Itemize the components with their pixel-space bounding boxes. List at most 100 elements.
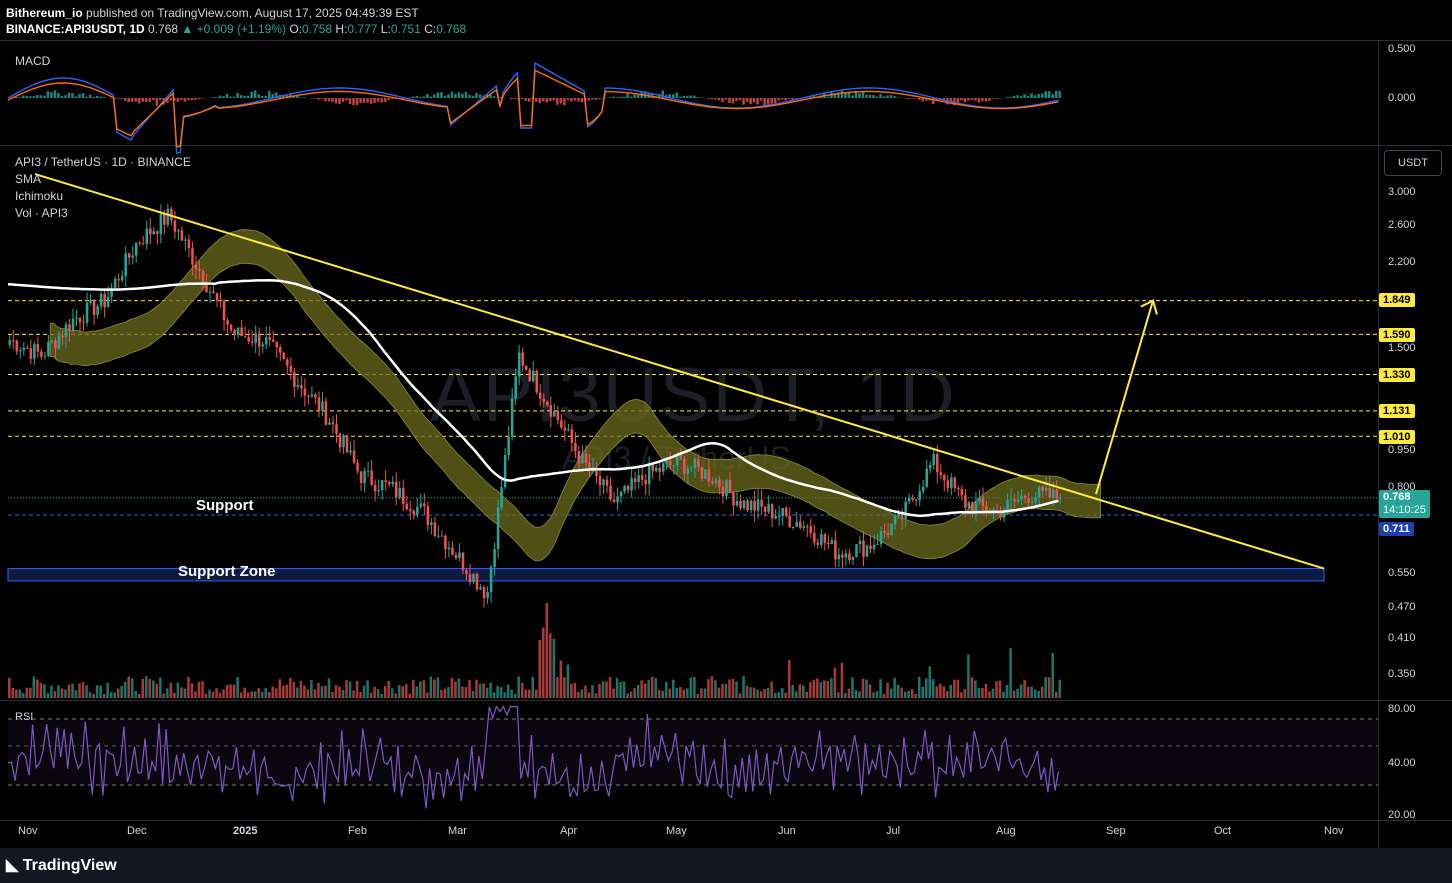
volume-bar	[390, 688, 394, 698]
candle-body	[106, 296, 110, 308]
volume-bar	[57, 685, 60, 698]
volume-bar	[858, 691, 861, 698]
macd-histogram-bar	[682, 95, 686, 98]
price-axis-label: 1.500	[1388, 342, 1416, 354]
volume-bar	[570, 683, 573, 698]
candle-body	[47, 341, 50, 356]
macd-histogram-bar	[264, 95, 267, 98]
volume-bar	[643, 683, 647, 698]
macd-histogram-bar	[552, 98, 556, 101]
macd-histogram-bar	[914, 98, 917, 99]
macd-histogram-bar	[64, 95, 67, 98]
currency-button[interactable]: USDT	[1384, 150, 1442, 176]
volume-bar	[506, 684, 510, 698]
macd-histogram-bar	[130, 98, 134, 102]
candle-body	[43, 355, 47, 357]
candle-body	[8, 340, 12, 345]
volume-bar	[1030, 686, 1033, 698]
volume-bar	[1016, 688, 1019, 698]
volume-bar	[253, 691, 257, 698]
volume-bar	[914, 693, 917, 698]
candle-body	[616, 496, 619, 503]
candle-body	[120, 276, 124, 281]
candle-body	[570, 429, 574, 443]
candle-body	[654, 467, 658, 472]
volume-bar	[598, 683, 601, 698]
macd-histogram-bar	[320, 98, 324, 99]
volume-bar	[109, 692, 113, 698]
candle-body	[510, 398, 514, 437]
macd-histogram-bar	[222, 96, 225, 98]
volume-bar	[145, 676, 148, 698]
volume-bar	[854, 690, 858, 698]
candle-body	[212, 291, 215, 293]
candle-body	[658, 467, 661, 472]
volume-bar	[25, 687, 29, 698]
candle-body	[598, 476, 602, 486]
volume-bar	[1058, 679, 1061, 698]
macd-histogram-bar	[180, 98, 183, 100]
candle-body	[317, 397, 321, 412]
volume-bar	[113, 692, 116, 698]
volume-bar	[1047, 677, 1051, 698]
volume-bar	[492, 692, 496, 698]
volume-bar	[137, 693, 141, 698]
volume-bar	[840, 662, 844, 698]
macd-histogram-bar	[981, 98, 984, 102]
candle-body	[194, 264, 198, 270]
candle-body	[1013, 499, 1016, 502]
macd-histogram-bar	[1037, 94, 1040, 98]
candle-body	[208, 291, 212, 293]
candle-body	[711, 481, 714, 484]
volume-bar	[232, 684, 236, 698]
volume-bar	[39, 682, 43, 698]
volume-bar	[250, 691, 253, 698]
volume-bar	[313, 689, 317, 698]
candle-body	[479, 587, 482, 590]
price-chart[interactable]	[0, 0, 1452, 883]
volume-bar	[60, 688, 64, 698]
candle-body	[293, 371, 296, 388]
macd-histogram-bar	[32, 96, 36, 98]
macd-histogram-bar	[447, 94, 450, 98]
candle-body	[742, 500, 746, 509]
macd-histogram-bar	[960, 98, 963, 101]
volume-bar	[861, 678, 865, 698]
volume-bar	[176, 682, 180, 698]
candle-body	[704, 469, 707, 479]
candle-body	[714, 479, 718, 484]
candle-body	[261, 344, 264, 347]
volume-bar	[851, 677, 854, 698]
volume-bar	[900, 687, 903, 698]
volume-bar	[155, 683, 159, 698]
indicator-ichimoku[interactable]: Ichimoku	[15, 189, 63, 203]
candle-body	[770, 504, 774, 519]
macd-histogram-bar	[169, 98, 173, 101]
candle-body	[848, 553, 851, 560]
tradingview-logo[interactable]: ◣ TradingView	[6, 855, 117, 875]
candle-body	[85, 302, 89, 323]
macd-histogram-bar	[81, 93, 85, 98]
candle-body	[553, 410, 556, 417]
macd-histogram-bar	[1012, 95, 1016, 98]
indicator-sma[interactable]: SMA	[15, 172, 41, 186]
volume-bar	[71, 683, 74, 698]
candle-body	[609, 485, 612, 500]
candle-body	[247, 337, 250, 342]
macd-histogram-bar	[598, 98, 601, 100]
volume-bar	[668, 688, 672, 698]
candle-body	[1048, 487, 1051, 498]
macd-histogram-bar	[194, 98, 197, 100]
volume-bar	[787, 659, 791, 698]
candle-body	[380, 480, 384, 491]
candle-body	[92, 299, 96, 315]
volume-bar	[366, 680, 369, 698]
candle-body	[756, 499, 760, 511]
candle-body	[359, 471, 363, 484]
indicator-volume[interactable]: Vol · API3	[15, 206, 68, 220]
macd-histogram-bar	[1019, 95, 1023, 98]
macd-histogram-bar	[99, 96, 102, 98]
macd-histogram-bar	[921, 98, 924, 102]
volume-bar	[78, 683, 81, 698]
volume-bar	[355, 680, 359, 698]
